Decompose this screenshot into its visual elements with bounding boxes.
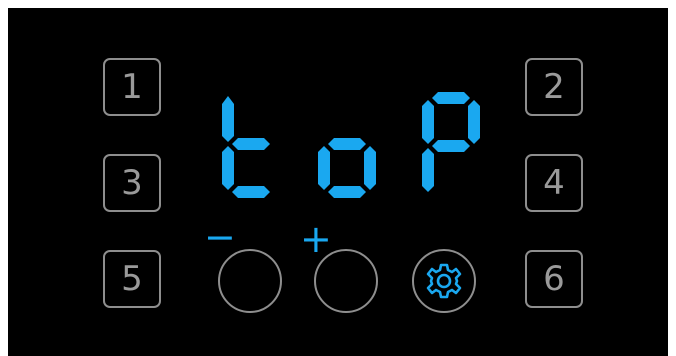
segment-display	[208, 92, 488, 204]
button-1[interactable]: 1	[103, 58, 161, 116]
button-2-label: 2	[543, 67, 565, 107]
plus-sign: +	[300, 217, 332, 261]
button-6[interactable]: 6	[525, 250, 583, 308]
display-char-p	[422, 92, 480, 192]
gear-icon	[426, 263, 462, 299]
button-2[interactable]: 2	[525, 58, 583, 116]
button-3-label: 3	[121, 163, 143, 203]
settings-button[interactable]	[412, 249, 476, 313]
plus-button[interactable]	[314, 249, 378, 313]
minus-sign: −	[204, 215, 236, 259]
button-4-label: 4	[543, 163, 565, 203]
segment-display-graphic	[222, 92, 480, 198]
button-5-label: 5	[121, 259, 143, 299]
button-5[interactable]: 5	[103, 250, 161, 308]
minus-button[interactable]	[218, 249, 282, 313]
display-char-t	[222, 96, 270, 198]
button-4[interactable]: 4	[525, 154, 583, 212]
display-char-o	[318, 138, 376, 198]
button-6-label: 6	[543, 259, 565, 299]
button-3[interactable]: 3	[103, 154, 161, 212]
button-1-label: 1	[121, 67, 143, 107]
control-panel: 1 3 5 2 4 6 − +	[8, 8, 668, 356]
